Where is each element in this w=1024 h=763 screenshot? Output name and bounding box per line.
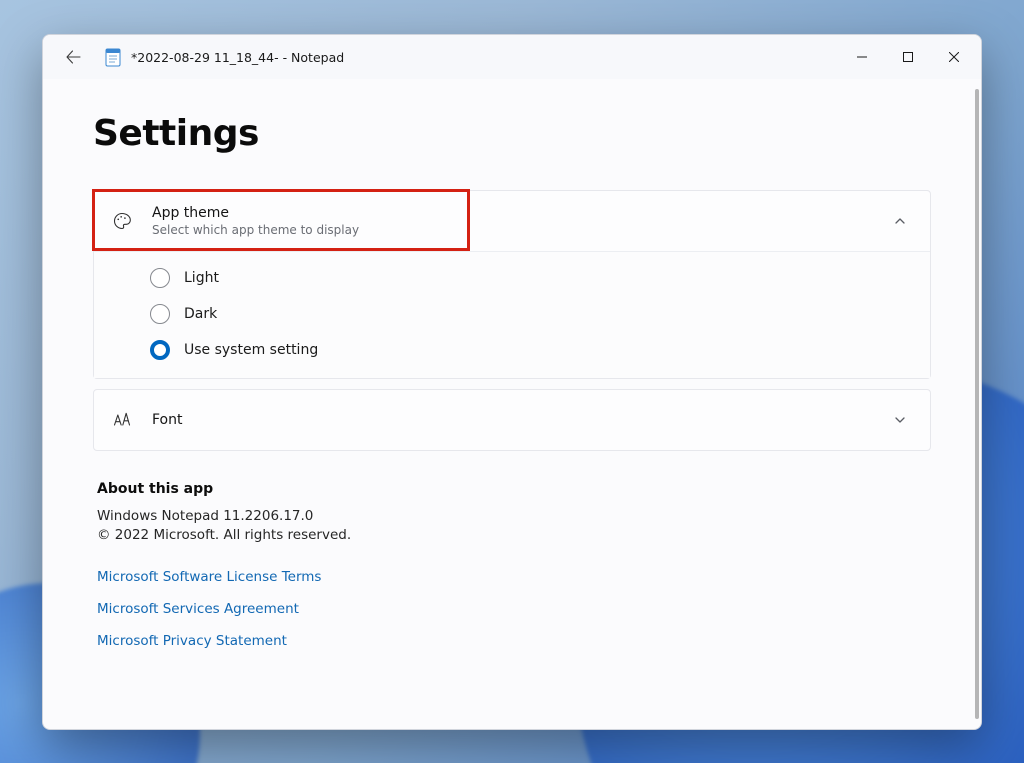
chevron-down-icon [890,410,910,430]
notepad-app-icon [105,47,121,67]
maximize-icon [903,52,913,62]
link-license-terms[interactable]: Microsoft Software License Terms [97,569,927,585]
radio-checked-icon [150,340,170,360]
app-theme-options: Light Dark Use system setting [94,251,930,378]
link-privacy-statement[interactable]: Microsoft Privacy Statement [97,633,927,649]
back-arrow-icon [65,49,81,65]
app-theme-card: App theme Select which app theme to disp… [93,190,931,379]
minimize-button[interactable] [839,41,885,73]
close-button[interactable] [931,41,977,73]
link-services-agreement[interactable]: Microsoft Services Agreement [97,601,927,617]
palette-icon [110,209,134,233]
app-theme-expander[interactable]: App theme Select which app theme to disp… [94,191,930,251]
font-card: Font [93,389,931,451]
radio-unchecked-icon [150,304,170,324]
titlebar: *2022-08-29 11_18_44- - Notepad [43,35,981,79]
about-version: Windows Notepad 11.2206.17.0 [97,507,927,526]
minimize-icon [857,52,867,62]
font-title: Font [152,411,890,429]
app-theme-subtitle: Select which app theme to display [152,223,890,239]
about-copyright: © 2022 Microsoft. All rights reserved. [97,526,927,545]
theme-option-label: Dark [184,306,217,322]
close-icon [949,52,959,62]
app-theme-title: App theme [152,204,890,222]
app-window: *2022-08-29 11_18_44- - Notepad Settings… [42,34,982,730]
font-expander[interactable]: Font [94,390,930,450]
maximize-button[interactable] [885,41,931,73]
vertical-scrollbar[interactable] [975,89,979,719]
theme-option-dark[interactable]: Dark [94,296,930,332]
theme-option-light[interactable]: Light [94,260,930,296]
theme-option-system[interactable]: Use system setting [94,332,930,368]
back-button[interactable] [55,39,91,75]
page-title: Settings [93,113,931,154]
chevron-up-icon [890,211,910,231]
radio-unchecked-icon [150,268,170,288]
about-section: About this app Windows Notepad 11.2206.1… [97,481,927,649]
theme-option-label: Use system setting [184,342,318,358]
content-area: Settings App theme Select which app them… [43,79,981,729]
window-title: *2022-08-29 11_18_44- - Notepad [131,50,344,65]
about-heading: About this app [97,481,927,497]
font-icon [110,408,134,432]
theme-option-label: Light [184,270,219,286]
